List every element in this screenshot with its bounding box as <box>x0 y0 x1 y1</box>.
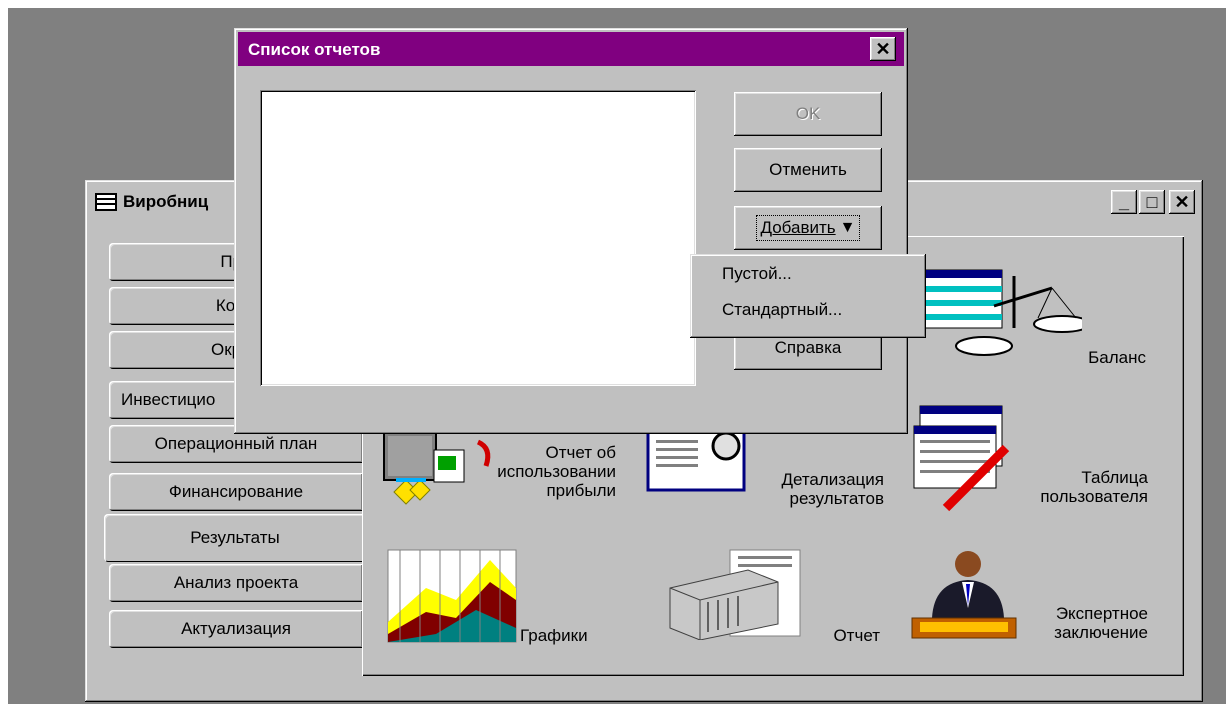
menu-item-standard[interactable]: Стандартный... <box>722 300 842 320</box>
expert-conclusion-line1: Экспертное <box>1055 604 1148 623</box>
expert-conclusion-label[interactable]: Экспертное заключение <box>1004 604 1148 642</box>
results-detail-line2: результатов <box>789 489 884 508</box>
dialog-titlebar[interactable]: Список отчетов ✕ <box>238 32 904 66</box>
tab-financing[interactable]: Финансирование <box>109 473 363 511</box>
add-dropdown-menu: Пустой... Стандартный... <box>690 254 926 338</box>
user-table-line2: пользователя <box>1040 487 1148 506</box>
profit-report-line2: использовании <box>497 462 616 481</box>
dialog-title: Список отчетов <box>248 40 381 59</box>
add-button-focus: Добавить ▼ <box>755 215 861 241</box>
report-listbox[interactable] <box>260 90 696 386</box>
close-button[interactable]: ✕ <box>1169 190 1195 214</box>
user-table-label[interactable]: Таблица пользователя <box>980 468 1148 506</box>
charts-icon[interactable] <box>386 548 518 644</box>
chevron-down-icon: ▼ <box>839 219 856 236</box>
main-window-title: Виробниц <box>123 192 209 211</box>
tab-results[interactable]: Результаты <box>104 514 366 562</box>
tab-project-analysis[interactable]: Анализ проекта <box>109 564 363 602</box>
add-button[interactable]: Добавить ▼ <box>734 206 882 250</box>
user-table-line1: Таблица <box>1081 468 1148 487</box>
charts-label[interactable]: Графики <box>520 626 616 645</box>
profit-report-line1: Отчет об <box>545 443 616 462</box>
report-label[interactable]: Отчет <box>810 626 880 645</box>
cancel-button[interactable]: Отменить <box>734 148 882 192</box>
report-icon[interactable] <box>668 548 818 640</box>
expert-conclusion-line2: заключение <box>1054 623 1148 642</box>
results-detail-label[interactable]: Детализация результатов <box>720 470 884 508</box>
minimize-button[interactable]: _ <box>1111 190 1137 214</box>
menu-item-empty[interactable]: Пустой... <box>722 264 792 284</box>
window-app-icon <box>95 193 117 211</box>
balance-label[interactable]: Баланс <box>1040 348 1146 367</box>
tab-actualization[interactable]: Актуализация <box>109 610 363 648</box>
results-detail-line1: Детализация <box>781 470 884 489</box>
ok-button[interactable]: OK <box>734 92 882 136</box>
maximize-button[interactable]: □ <box>1139 190 1165 214</box>
profit-report-line3: прибыли <box>546 481 616 500</box>
add-button-label: Добавить <box>760 218 836 237</box>
dialog-close-button[interactable]: ✕ <box>870 37 896 61</box>
profit-report-label[interactable]: Отчет об использовании прибыли <box>458 443 616 500</box>
